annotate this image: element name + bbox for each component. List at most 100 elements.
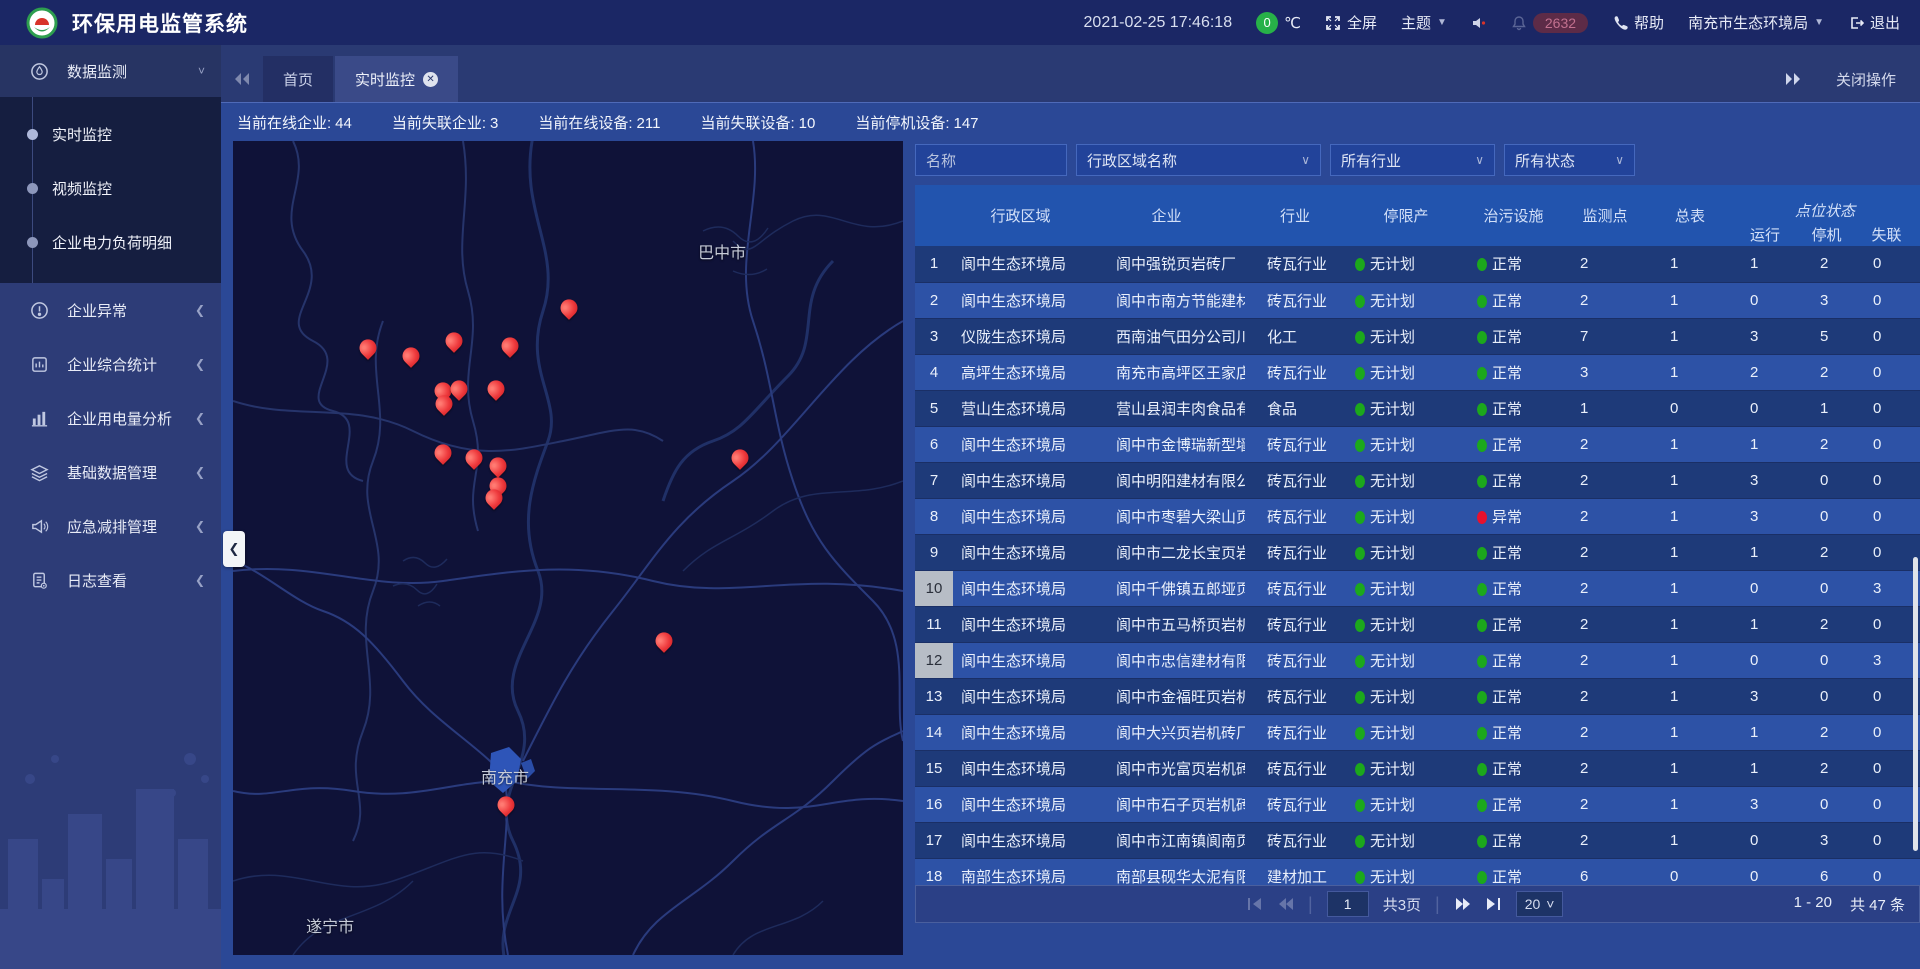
status-dot-icon [1355, 799, 1365, 812]
last-page-button[interactable] [1485, 897, 1502, 911]
bullet-dot-icon [27, 237, 38, 248]
table-row[interactable]: 5营山生态环境局营山县润丰肉食品有限食品无计划正常10010 [915, 390, 1920, 426]
sidebar-subitem-企业电力负荷明细[interactable]: 企业电力负荷明细 [0, 215, 221, 269]
table-row[interactable]: 12阆中生态环境局阆中市忠信建材有限公砖瓦行业无计划正常21003 [915, 642, 1920, 678]
logout-button[interactable]: 退出 [1848, 12, 1900, 33]
prev-page-button[interactable] [1277, 897, 1294, 911]
sidebar-item-3[interactable]: 企业用电量分析❮ [0, 391, 221, 445]
sidebar-item-4[interactable]: 基础数据管理❮ [0, 445, 221, 499]
table-row[interactable]: 15阆中生态环境局阆中市光富页岩机砖厂砖瓦行业无计划正常21120 [915, 750, 1920, 786]
table-row[interactable]: 16阆中生态环境局阆中市石子页岩机砖厂砖瓦行业无计划正常21300 [915, 786, 1920, 822]
col-header-stop: 停限产 [1345, 185, 1467, 246]
table-row[interactable]: 2阆中生态环境局阆中市南方节能建材有砖瓦行业无计划正常21030 [915, 282, 1920, 318]
cell-industry: 砖瓦行业 [1245, 678, 1345, 714]
sidebar-item-0[interactable]: 数据监测˅ [0, 45, 221, 97]
status-dot-icon [1477, 619, 1487, 632]
map-panel[interactable]: 巴中市南充市遂宁市 [233, 141, 903, 955]
cell-monitor-count: 2 [1560, 570, 1650, 606]
cell-lost-count: 0 [1853, 858, 1920, 885]
cell-index: 10 [915, 570, 953, 606]
cell-meter-count: 1 [1650, 498, 1730, 534]
mute-button[interactable] [1471, 15, 1487, 31]
notifications-button[interactable]: 2632 [1511, 13, 1588, 33]
cell-meter-count: 1 [1650, 570, 1730, 606]
table-row[interactable]: 1阆中生态环境局阆中强锐页岩砖厂砖瓦行业无计划正常21120 [915, 246, 1920, 282]
col-header-index [915, 185, 953, 246]
sidebar-collapse-button[interactable]: ❮ [223, 531, 245, 567]
first-page-button[interactable] [1246, 897, 1263, 911]
sidebar-item-5[interactable]: 应急减排管理❮ [0, 499, 221, 553]
table-row[interactable]: 3仪陇生态环境局西南油气田分公司川中化工无计划正常71350 [915, 318, 1920, 354]
table-row[interactable]: 11阆中生态环境局阆中市五马桥页岩机砖砖瓦行业无计划正常21120 [915, 606, 1920, 642]
cell-index: 15 [915, 750, 953, 786]
sidebar-nav: 数据监测˅ 实时监控视频监控企业电力负荷明细企业异常 ❮ 企业综合统计❮企业用电量分析… [0, 45, 221, 969]
fullscreen-button[interactable]: 全屏 [1325, 12, 1377, 33]
page-size-select[interactable]: 20 ˅ [1516, 891, 1564, 917]
chevron-left-icon: ❮ [195, 411, 205, 425]
cell-index: 9 [915, 534, 953, 570]
sidebar-subitem-视频监控[interactable]: 视频监控 [0, 161, 221, 215]
cell-region: 阆中生态环境局 [953, 714, 1088, 750]
cell-region: 阆中生态环境局 [953, 678, 1088, 714]
chevron-left-icon: ❮ [195, 303, 205, 317]
sidebar-item-2[interactable]: 企业综合统计❮ [0, 337, 221, 391]
col-header-stopped: 停机 [1800, 223, 1853, 246]
table-row[interactable]: 6阆中生态环境局阆中市金博瑞新型墙材砖瓦行业无计划正常21120 [915, 426, 1920, 462]
table-row[interactable]: 14阆中生态环境局阆中大兴页岩机砖厂砖瓦行业无计划正常21120 [915, 714, 1920, 750]
tab-首页[interactable]: 首页 [263, 56, 333, 102]
theme-dropdown[interactable]: 主题 ▼ [1401, 12, 1447, 33]
close-icon[interactable]: ✕ [423, 72, 438, 87]
status-dot-icon [1355, 475, 1365, 488]
industry-filter-select[interactable]: 所有行业 ∨ [1330, 144, 1495, 176]
stat-label: 当前失联企业: [392, 115, 486, 132]
cell-industry: 建材加工 [1245, 858, 1345, 885]
status-dot-icon [1477, 295, 1487, 308]
sidebar-subitem-实时监控[interactable]: 实时监控 [0, 107, 221, 161]
table-row[interactable]: 18南部生态环境局南部县砚华太泥有限公建材加工无计划正常60060 [915, 858, 1920, 885]
table-row[interactable]: 8阆中生态环境局阆中市枣碧大梁山页岩砖瓦行业无计划异常21300 [915, 498, 1920, 534]
status-dot-icon [1355, 763, 1365, 776]
vertical-scrollbar[interactable] [1913, 557, 1918, 851]
table-row[interactable]: 9阆中生态环境局阆中市二龙长宝页岩砖砖瓦行业无计划正常21120 [915, 534, 1920, 570]
sidebar-item-6[interactable]: 日志查看❮ [0, 553, 221, 607]
cell-monitor-count: 2 [1560, 822, 1650, 858]
stat-value: 3 [490, 115, 498, 132]
page-number-input[interactable] [1327, 891, 1369, 917]
range-label: 1 - 20 [1794, 894, 1832, 915]
cell-run-count: 0 [1730, 822, 1800, 858]
tabs-scroll-left-button[interactable] [221, 56, 263, 102]
org-dropdown[interactable]: 南充市生态环境局 ▼ [1688, 12, 1824, 33]
cell-meter-count: 1 [1650, 426, 1730, 462]
table-row[interactable]: 17阆中生态环境局阆中市江南镇阆南页岩砖瓦行业无计划正常21030 [915, 822, 1920, 858]
col-header-region: 行政区域 [953, 185, 1088, 246]
status-filter-select[interactable]: 所有状态 ∨ [1504, 144, 1635, 176]
sidebar-item-label: 企业异常 [67, 300, 127, 321]
table-row[interactable]: 10阆中生态环境局阆中千佛镇五郎垭页岩砖瓦行业无计划正常21003 [915, 570, 1920, 606]
table-row[interactable]: 4高坪生态环境局南充市高坪区王家店建砖瓦行业无计划正常31220 [915, 354, 1920, 390]
cell-meter-count: 1 [1650, 246, 1730, 282]
next-page-button[interactable] [1454, 897, 1471, 911]
tab-实时监控[interactable]: 实时监控✕ [335, 56, 458, 102]
cell-pollution-status: 正常 [1467, 318, 1560, 354]
region-filter-select[interactable]: 行政区域名称 ∨ [1076, 144, 1321, 176]
cell-meter-count: 1 [1650, 678, 1730, 714]
help-button[interactable]: 帮助 [1612, 12, 1664, 33]
status-dot-icon [1477, 835, 1487, 848]
col-header-industry: 行业 [1245, 185, 1345, 246]
sidebar-item-1[interactable]: 企业异常 ❮ [0, 283, 221, 337]
temperature-unit: ℃ [1284, 14, 1301, 32]
temperature-widget: 0 ℃ [1256, 12, 1301, 34]
cell-stopped-count: 3 [1800, 282, 1853, 318]
name-filter-input[interactable]: 名称 [915, 144, 1067, 176]
status-dot-icon [1355, 583, 1365, 596]
table-row[interactable]: 13阆中生态环境局阆中市金福旺页岩机砖砖瓦行业无计划正常21300 [915, 678, 1920, 714]
cell-region: 阆中生态环境局 [953, 606, 1088, 642]
fullscreen-icon [1325, 15, 1341, 31]
table-row[interactable]: 7阆中生态环境局阆中明阳建材有限公司砖瓦行业无计划正常21300 [915, 462, 1920, 498]
stat-item: 当前失联设备:10 [700, 112, 815, 133]
cell-pollution-status: 正常 [1467, 642, 1560, 678]
close-operations-button[interactable]: 关闭操作 [1836, 69, 1896, 90]
tabs-scroll-right-button[interactable] [1784, 72, 1802, 86]
cell-stopped-count: 2 [1800, 426, 1853, 462]
cell-index: 18 [915, 858, 953, 885]
